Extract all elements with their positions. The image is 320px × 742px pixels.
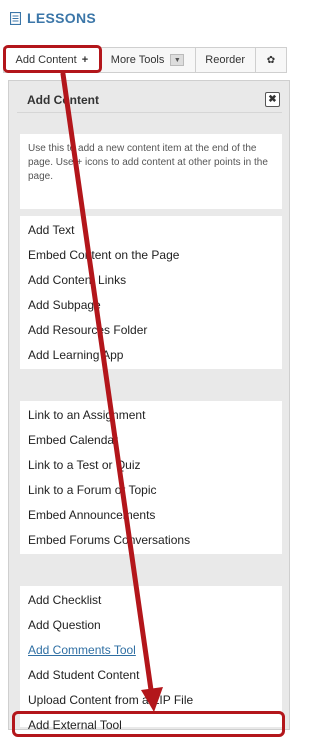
content-group-2: Link to an Assignment Embed Calendar Lin… bbox=[20, 401, 282, 554]
page-header: LESSONS bbox=[10, 8, 96, 28]
menu-item-add-student-content[interactable]: Add Student Content bbox=[28, 662, 274, 687]
document-icon bbox=[10, 11, 21, 25]
menu-item-embed-announcements[interactable]: Embed Announcements bbox=[28, 502, 274, 527]
menu-item-add-question[interactable]: Add Question bbox=[28, 612, 274, 637]
dialog-title: Add Content bbox=[27, 92, 99, 107]
menu-item-embed-forums-conversations[interactable]: Embed Forums Conversations bbox=[28, 527, 274, 552]
menu-item-link-forum-topic[interactable]: Link to a Forum or Topic bbox=[28, 477, 274, 502]
menu-item-upload-zip[interactable]: Upload Content from a ZIP File bbox=[28, 687, 274, 712]
menu-item-add-subpage[interactable]: Add Subpage bbox=[28, 292, 274, 317]
menu-item-link-assignment[interactable]: Link to an Assignment bbox=[28, 402, 274, 427]
reorder-label: Reorder bbox=[205, 54, 246, 66]
add-content-dialog: Add Content ✖ Use this to add a new cont… bbox=[8, 80, 290, 732]
menu-item-add-checklist[interactable]: Add Checklist bbox=[28, 587, 274, 612]
more-tools-label: More Tools bbox=[110, 54, 165, 66]
menu-item-add-comments-tool[interactable]: Add Comments Tool bbox=[28, 637, 274, 662]
settings-button[interactable]: ✿ bbox=[254, 47, 287, 73]
content-group-1: Add Text Embed Content on the Page Add C… bbox=[20, 216, 282, 369]
chevron-down-icon: ▼ bbox=[170, 54, 185, 66]
add-external-tool-highlight bbox=[12, 711, 285, 737]
menu-item-add-content-links[interactable]: Add Content Links bbox=[28, 267, 274, 292]
menu-item-link-test-quiz[interactable]: Link to a Test or Quiz bbox=[28, 452, 274, 477]
dialog-header: Add Content ✖ bbox=[17, 87, 282, 113]
menu-item-add-text[interactable]: Add Text bbox=[28, 217, 274, 242]
menu-item-add-learning-app[interactable]: Add Learning App bbox=[28, 342, 274, 367]
menu-item-embed-content[interactable]: Embed Content on the Page bbox=[28, 242, 274, 267]
content-group-3: Add Checklist Add Question Add Comments … bbox=[20, 586, 282, 732]
dialog-description: Use this to add a new content item at th… bbox=[20, 134, 282, 209]
more-tools-button[interactable]: More Tools ▼ bbox=[99, 47, 195, 73]
description-text: Use this to add a new content item at th… bbox=[28, 143, 268, 182]
reorder-button[interactable]: Reorder bbox=[194, 47, 255, 73]
gear-icon: ✿ bbox=[266, 54, 276, 66]
add-content-highlight bbox=[3, 45, 102, 73]
menu-item-embed-calendar[interactable]: Embed Calendar bbox=[28, 427, 274, 452]
page-title: LESSONS bbox=[27, 10, 97, 26]
close-icon[interactable]: ✖ bbox=[265, 92, 280, 107]
menu-item-add-resources-folder[interactable]: Add Resources Folder bbox=[28, 317, 274, 342]
